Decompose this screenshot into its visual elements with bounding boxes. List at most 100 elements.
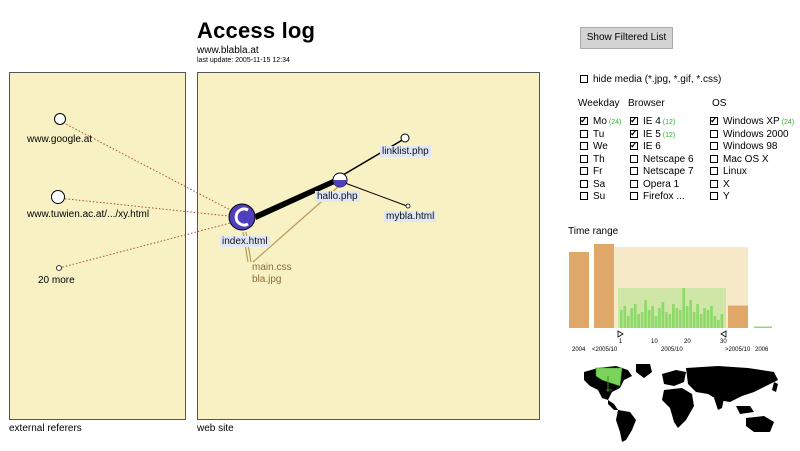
browser-label: IE 5	[643, 128, 661, 140]
browser-checkbox[interactable]	[630, 127, 638, 139]
bar-day[interactable]	[637, 314, 640, 328]
browser-option[interactable]: Netscape 6	[630, 154, 696, 166]
browser-header: Browser	[628, 98, 665, 109]
browser-checkbox[interactable]	[630, 114, 638, 126]
bar-day[interactable]	[692, 312, 696, 328]
bar-2006[interactable]	[754, 326, 772, 329]
browser-option[interactable]: Firefox ...	[630, 191, 687, 203]
bar-day[interactable]	[706, 310, 710, 328]
resource-label-jpg[interactable]: bla.jpg	[252, 274, 281, 285]
bar-day[interactable]	[685, 306, 689, 328]
bar-day[interactable]	[626, 316, 630, 328]
os-option[interactable]: Mac OS X	[710, 154, 771, 166]
bar-day[interactable]	[675, 308, 679, 328]
weekday-label: Su	[593, 191, 606, 202]
bar-2004[interactable]	[569, 252, 589, 328]
browser-checkbox[interactable]	[630, 167, 638, 176]
bar-after-2005-10[interactable]	[728, 305, 748, 328]
weekday-option[interactable]: Th	[580, 154, 607, 166]
range-end-handle[interactable]	[720, 330, 727, 338]
page-label-hallo[interactable]: hallo.php	[315, 191, 360, 202]
bar-day[interactable]	[658, 308, 661, 328]
browser-option[interactable]: IE 6	[630, 139, 663, 153]
os-option[interactable]: X	[710, 179, 732, 191]
bar-day[interactable]	[654, 316, 658, 328]
weekday-option[interactable]: Su	[580, 191, 607, 203]
bar-day[interactable]	[651, 306, 654, 328]
bar-day[interactable]	[668, 314, 672, 328]
time-range-chart[interactable]	[560, 240, 800, 340]
os-checkbox[interactable]	[710, 179, 718, 188]
bar-day[interactable]	[717, 320, 720, 328]
referer-label-tuwien[interactable]: www.tuwien.ac.at/.../xy.html	[27, 209, 149, 220]
browser-checkbox[interactable]	[630, 192, 638, 201]
referer-label-google[interactable]: www.google.at	[27, 134, 92, 145]
page-label-index[interactable]: index.html	[220, 236, 270, 247]
weekday-checkbox[interactable]	[580, 114, 588, 126]
os-checkbox[interactable]	[710, 129, 718, 138]
page-label-mybla[interactable]: mybla.html	[384, 211, 437, 222]
bar-day[interactable]	[647, 310, 651, 328]
page-label-linklist[interactable]: linklist.php	[380, 146, 431, 157]
bar-before-2005-10[interactable]	[594, 244, 614, 328]
os-option[interactable]: Windows XP(24)	[710, 114, 794, 128]
browser-option[interactable]: Netscape 7	[630, 166, 696, 178]
os-checkbox[interactable]	[710, 154, 718, 163]
bar-day[interactable]	[699, 314, 703, 328]
weekday-checkbox[interactable]	[580, 142, 588, 151]
weekday-checkbox[interactable]	[580, 167, 588, 176]
weekday-option[interactable]: Fr	[580, 166, 604, 178]
bar-day[interactable]	[713, 316, 717, 328]
os-label: X	[723, 178, 730, 190]
bar-day[interactable]	[661, 302, 665, 328]
bar-day[interactable]	[689, 300, 692, 328]
bar-day[interactable]	[720, 314, 724, 328]
resource-label-css[interactable]: main.css	[252, 262, 291, 273]
referer-node-google	[54, 113, 66, 125]
weekday-option[interactable]: Mo(24)	[580, 114, 621, 128]
os-option[interactable]: Linux	[710, 166, 749, 178]
bar-day[interactable]	[630, 308, 634, 328]
weekday-option[interactable]: Sa	[580, 179, 607, 191]
bar-day[interactable]	[623, 306, 627, 328]
os-option[interactable]: Windows 2000	[710, 129, 791, 141]
os-option[interactable]: Y	[710, 191, 732, 203]
axis-label-day1: 1	[619, 339, 623, 345]
weekday-checkbox[interactable]	[580, 192, 588, 201]
weekday-option[interactable]: We	[580, 141, 610, 153]
os-option[interactable]: Windows 98	[710, 141, 779, 153]
browser-count: (12)	[662, 131, 676, 139]
bar-day[interactable]	[620, 310, 623, 328]
range-start-handle[interactable]	[617, 330, 624, 338]
browser-option[interactable]: Opera 1	[630, 179, 681, 191]
bar-day[interactable]	[644, 300, 647, 328]
os-checkbox[interactable]	[710, 114, 718, 126]
referer-label-more[interactable]: 20 more	[38, 275, 75, 286]
bar-day[interactable]	[672, 304, 675, 328]
hide-media-checkbox[interactable]	[580, 75, 588, 84]
bar-day[interactable]	[678, 310, 682, 328]
bar-day[interactable]	[682, 288, 686, 328]
os-checkbox[interactable]	[710, 192, 718, 201]
bar-day[interactable]	[665, 312, 668, 328]
weekday-label: Th	[593, 153, 605, 165]
weekday-checkbox[interactable]	[580, 154, 588, 163]
weekday-checkbox[interactable]	[580, 129, 588, 138]
browser-checkbox[interactable]	[630, 139, 638, 151]
weekday-option[interactable]: Tu	[580, 129, 606, 141]
weekday-label: We	[593, 141, 608, 152]
world-map[interactable]	[578, 362, 792, 444]
bar-day[interactable]	[633, 304, 637, 328]
browser-checkbox[interactable]	[630, 179, 638, 188]
bar-day[interactable]	[710, 306, 713, 328]
hide-media-option[interactable]: hide media (*.jpg, *.gif, *.css)	[580, 74, 721, 86]
bar-day[interactable]	[640, 312, 644, 328]
browser-label: Netscape 6	[643, 153, 694, 165]
weekday-checkbox[interactable]	[580, 179, 588, 188]
browser-checkbox[interactable]	[630, 154, 638, 163]
os-checkbox[interactable]	[710, 167, 718, 176]
os-label: Windows XP	[723, 116, 780, 127]
os-checkbox[interactable]	[710, 142, 718, 151]
bar-day[interactable]	[696, 304, 699, 328]
bar-day[interactable]	[703, 308, 706, 328]
